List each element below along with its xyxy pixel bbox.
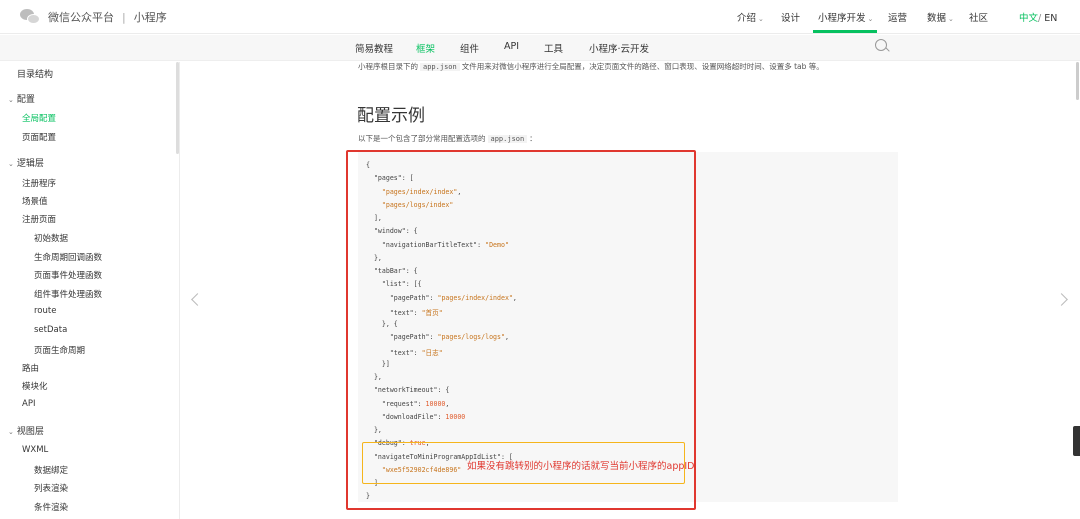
chevron-down-icon: ⌄ (758, 15, 764, 23)
chevron-down-icon: ⌄ (867, 15, 874, 23)
topnav-community[interactable]: 社区 (969, 10, 988, 24)
sidebar-item-register-app[interactable]: 注册程序 (22, 177, 56, 189)
sidebar-item-page-events[interactable]: 页面事件处理函数 (34, 269, 102, 281)
sidebar-group-label: 视图层 (16, 427, 44, 437)
chevron-right-icon[interactable] (1055, 293, 1068, 306)
topnav-data[interactable]: 数据 ⌄ (927, 10, 954, 24)
intro-paragraph: 小程序根目录下的 app.json 文件用来对微信小程序进行全局配置，决定页面文件的… (358, 61, 824, 72)
lang-separator: / (1038, 13, 1042, 24)
sidebar-item-component-events[interactable]: 组件事件处理函数 (34, 288, 102, 300)
desc-text: ： (529, 134, 537, 143)
annotation-text: 如果没有跳转别的小程序的话就写当前小程序的appID (467, 461, 695, 472)
subnav-framework[interactable]: 框架 (416, 41, 435, 55)
topnav-intro[interactable]: 介绍 ⌄ (737, 10, 764, 24)
top-header: 微信公众平台 | 小程序 介绍 ⌄ 设计 小程序开发 ⌄ 运营 数据 ⌄ 社区 中文/… (0, 0, 1080, 34)
sidebar-item-page-config[interactable]: 页面配置 (22, 131, 56, 143)
topnav-operation-label: 运营 (888, 13, 908, 24)
sidebar-item-setdata[interactable]: setData (34, 325, 67, 335)
sidebar-item-modules[interactable]: 模块化 (22, 380, 48, 392)
sidebar-item-directory[interactable]: 目录结构 (17, 67, 53, 80)
sidebar-item-register-page[interactable]: 注册页面 (22, 213, 56, 225)
topnav-design-label: 设计 (781, 13, 801, 24)
sidebar-item-initial-data[interactable]: 初始数据 (34, 232, 68, 244)
page-scrollbar[interactable] (1076, 62, 1079, 100)
sidebar-item-data-binding[interactable]: 数据绑定 (34, 464, 68, 476)
sidebar-scrollbar[interactable] (176, 62, 179, 154)
sidebar-item-global-config[interactable]: 全局配置 (22, 112, 56, 124)
brand-separator: | (122, 10, 126, 24)
inline-code: app.json (420, 63, 460, 71)
sidebar-item-api[interactable]: API (22, 399, 35, 409)
sidebar-group-logic[interactable]: ⌄ 逻辑层 (8, 156, 44, 169)
brand-name: 微信公众平台 (48, 11, 114, 24)
sidebar-item-lifecycle-callbacks[interactable]: 生命周期回调函数 (34, 251, 102, 263)
sidebar-group-config[interactable]: ⌄ 配置 (8, 92, 35, 105)
topnav-design[interactable]: 设计 (781, 10, 800, 24)
sidebar-group-label: 逻辑层 (16, 159, 44, 169)
topnav-intro-label: 介绍 (737, 13, 757, 24)
sidebar-group-view[interactable]: ⌄ 视图层 (8, 424, 44, 437)
inline-code: app.json (487, 135, 528, 143)
topnav-operation[interactable]: 运营 (888, 10, 907, 24)
subnav-tools[interactable]: 工具 (544, 41, 563, 55)
sidebar-item-conditional-rendering[interactable]: 条件渲染 (34, 501, 68, 513)
topnav-data-label: 数据 (927, 13, 947, 24)
chevron-down-icon: ⌄ (8, 160, 14, 168)
topnav-develop-label: 小程序开发 (818, 13, 866, 24)
subnav-api[interactable]: API (504, 41, 519, 52)
intro-text: 文件用来对微信小程序进行全局配置，决定页面文件的路径、窗口表现、设置网络超时时间… (461, 62, 824, 71)
sidebar-item-page-lifecycle[interactable]: 页面生命周期 (34, 344, 85, 356)
feedback-tab[interactable] (1073, 426, 1080, 456)
intro-text: 小程序根目录下的 (358, 62, 418, 71)
lang-en-link[interactable]: EN (1044, 13, 1057, 24)
sidebar-group-label: 配置 (16, 95, 35, 105)
sidebar-item-route[interactable]: route (34, 306, 56, 316)
search-icon[interactable] (875, 39, 887, 51)
site-logo[interactable]: 微信公众平台 | 小程序 (20, 8, 167, 26)
sidebar-item-routing[interactable]: 路由 (22, 362, 39, 374)
lang-zh-link[interactable]: 中文 (1019, 13, 1038, 24)
chevron-down-icon: ⌄ (8, 96, 14, 104)
sidebar-item-list-rendering[interactable]: 列表渲染 (34, 482, 68, 494)
subnav-tutorial[interactable]: 简易教程 (355, 41, 393, 55)
topnav-develop[interactable]: 小程序开发 ⌄ (818, 10, 873, 24)
product-name: 小程序 (133, 11, 167, 24)
chevron-left-icon[interactable] (191, 293, 204, 306)
subnav-cloud[interactable]: 小程序·云开发 (589, 41, 649, 55)
active-nav-indicator (813, 30, 877, 33)
wechat-logo-icon (20, 9, 42, 25)
desc-text: 以下是一个包含了部分常用配置选项的 (358, 134, 486, 143)
language-switcher: 中文/ EN (1019, 10, 1057, 24)
sidebar-item-wxml[interactable]: WXML (22, 445, 48, 455)
sidebar-item-scene[interactable]: 场景值 (22, 195, 48, 207)
topnav-community-label: 社区 (969, 13, 989, 24)
subnav-components[interactable]: 组件 (460, 41, 479, 55)
section-description: 以下是一个包含了部分常用配置选项的 app.json： (358, 133, 537, 144)
chevron-down-icon: ⌄ (948, 15, 954, 23)
chevron-down-icon: ⌄ (8, 428, 14, 436)
section-heading: 配置示例 (357, 106, 425, 126)
secondary-nav: 简易教程 框架 组件 API 工具 小程序·云开发 (0, 35, 1080, 61)
